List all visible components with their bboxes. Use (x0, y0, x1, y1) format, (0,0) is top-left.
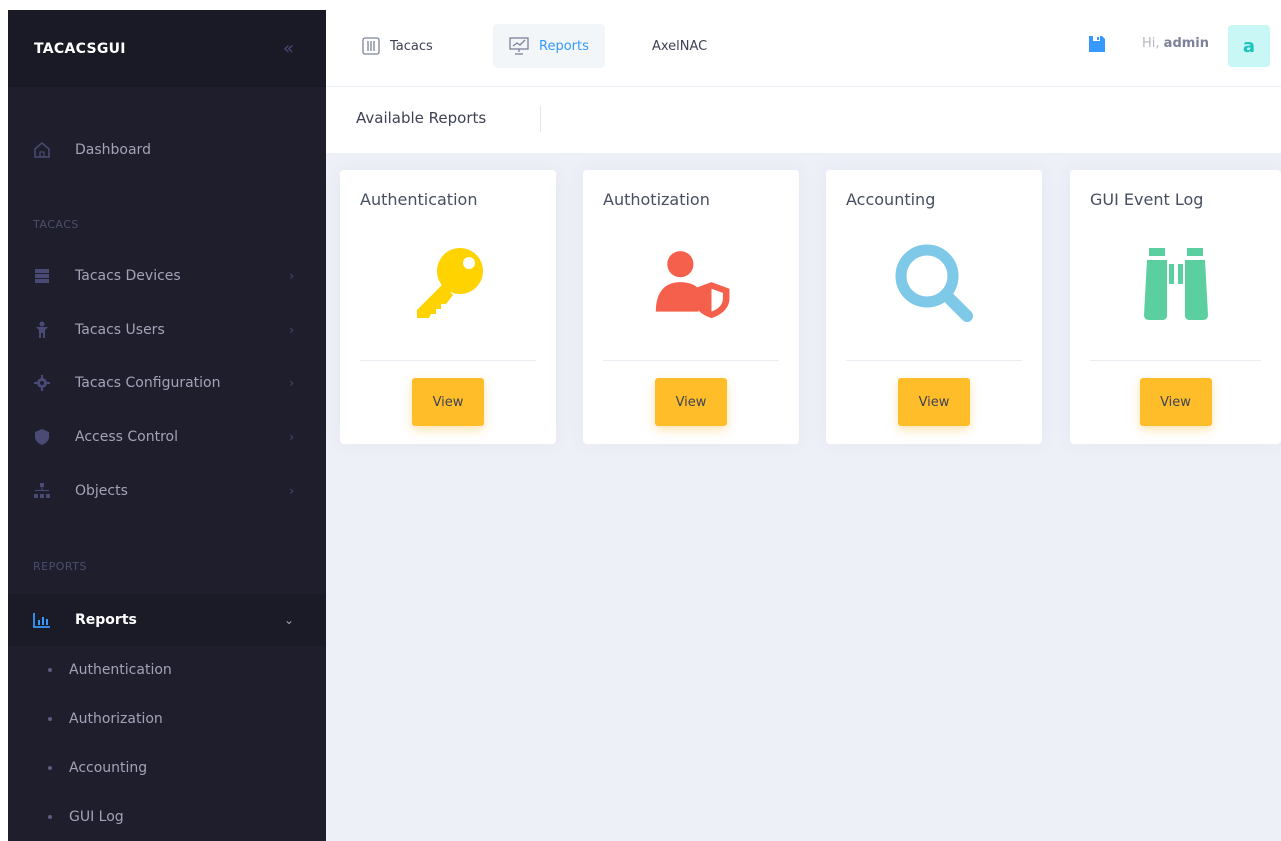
subheader: Available Reports (326, 87, 1281, 153)
avatar[interactable]: a (1228, 25, 1270, 67)
server-icon (33, 267, 51, 285)
view-gui-event-log-button[interactable]: View (1139, 378, 1212, 426)
magnifier-icon (889, 238, 979, 328)
user-greeting[interactable]: Hi, admin (1142, 36, 1209, 51)
sidebar-item-label: Tacacs Devices (75, 268, 181, 284)
card-divider (603, 360, 779, 361)
card-divider (360, 360, 536, 361)
sidebar: TACACSGUI « Dashboard TACACS Tacacs Devi… (8, 10, 326, 841)
key-icon (403, 238, 493, 328)
sliders-icon (362, 37, 380, 55)
tab-label: AxelNAC (652, 38, 708, 54)
collapse-sidebar-icon[interactable]: « (283, 38, 294, 59)
sidebar-item-label: Objects (75, 483, 128, 499)
view-accounting-button[interactable]: View (898, 378, 970, 426)
report-card-gui-event-log: GUI Event Log View (1070, 170, 1281, 444)
sidebar-item-access-control[interactable]: Access Control › (8, 413, 326, 461)
report-card-authentication: Authentication View (340, 170, 556, 444)
tab-tacacs[interactable]: Tacacs (346, 24, 449, 68)
bullet-icon (48, 668, 52, 672)
section-label-reports: REPORTS (33, 560, 87, 573)
home-icon (33, 141, 51, 159)
sidebar-subitem-label: Authentication (69, 662, 172, 678)
sidebar-item-label: Access Control (75, 429, 178, 445)
sidebar-subitem-label: GUI Log (69, 809, 124, 825)
sidebar-item-dashboard[interactable]: Dashboard (8, 126, 326, 174)
chevron-right-icon: › (289, 430, 294, 444)
sidebar-item-objects[interactable]: Objects › (8, 467, 326, 515)
sidebar-subitem-accounting[interactable]: Accounting (8, 748, 326, 788)
sidebar-item-tacacs-devices[interactable]: Tacacs Devices › (8, 252, 326, 300)
binoculars-icon (1131, 238, 1221, 328)
gear-icon (33, 374, 51, 392)
sidebar-item-tacacs-users[interactable]: Tacacs Users › (8, 306, 326, 354)
presentation-chart-icon (509, 37, 529, 55)
user-icon (33, 321, 51, 339)
card-title: GUI Event Log (1090, 190, 1204, 209)
tab-axelnac[interactable]: AxelNAC (636, 24, 723, 68)
card-divider (846, 360, 1022, 361)
sidebar-subitem-gui-log[interactable]: GUI Log (8, 797, 326, 837)
greeting-text: Hi, (1142, 36, 1160, 51)
tab-label: Tacacs (390, 38, 433, 54)
page-title: Available Reports (356, 109, 487, 127)
bullet-icon (48, 766, 52, 770)
sidebar-subitem-label: Accounting (69, 760, 148, 776)
chevron-right-icon: › (289, 323, 294, 337)
report-card-accounting: Accounting View (826, 170, 1042, 444)
view-authorization-button[interactable]: View (655, 378, 727, 426)
tab-label: Reports (539, 38, 589, 54)
section-label-tacacs: TACACS (33, 218, 79, 231)
sidebar-item-reports[interactable]: Reports ⌄ (8, 594, 326, 646)
save-icon[interactable] (1087, 34, 1107, 58)
chevron-right-icon: › (289, 376, 294, 390)
bar-chart-icon (33, 611, 51, 629)
top-header: Tacacs Reports AxelNAC Hi, admin a (326, 10, 1281, 87)
sidebar-item-label: Tacacs Users (75, 322, 165, 338)
sitemap-icon (33, 482, 51, 500)
sidebar-subitem-label: Authorization (69, 711, 163, 727)
bullet-icon (48, 717, 52, 721)
view-authentication-button[interactable]: View (412, 378, 484, 426)
sidebar-item-label: Tacacs Configuration (75, 375, 221, 391)
sidebar-subitem-authorization[interactable]: Authorization (8, 699, 326, 739)
card-title: Authotization (603, 190, 710, 209)
chevron-right-icon: › (289, 484, 294, 498)
card-divider (1090, 360, 1261, 361)
user-shield-icon (646, 238, 736, 328)
sidebar-item-label: Reports (75, 612, 137, 628)
title-separator (540, 106, 541, 132)
brand-name: TACACSGUI (34, 40, 126, 57)
username: admin (1163, 36, 1210, 51)
sidebar-subitem-authentication[interactable]: Authentication (8, 650, 326, 690)
tab-reports[interactable]: Reports (493, 24, 605, 68)
card-title: Authentication (360, 190, 478, 209)
chevron-right-icon: › (289, 269, 294, 283)
report-card-authorization: Authotization View (583, 170, 799, 444)
shield-icon (33, 428, 51, 446)
card-title: Accounting (846, 190, 936, 209)
brand: TACACSGUI « (8, 10, 326, 87)
sidebar-item-label: Dashboard (75, 142, 151, 158)
sidebar-item-tacacs-configuration[interactable]: Tacacs Configuration › (8, 359, 326, 407)
bullet-icon (48, 815, 52, 819)
chevron-down-icon: ⌄ (283, 613, 294, 627)
main-content: Authentication View Authotization View A… (326, 153, 1281, 841)
